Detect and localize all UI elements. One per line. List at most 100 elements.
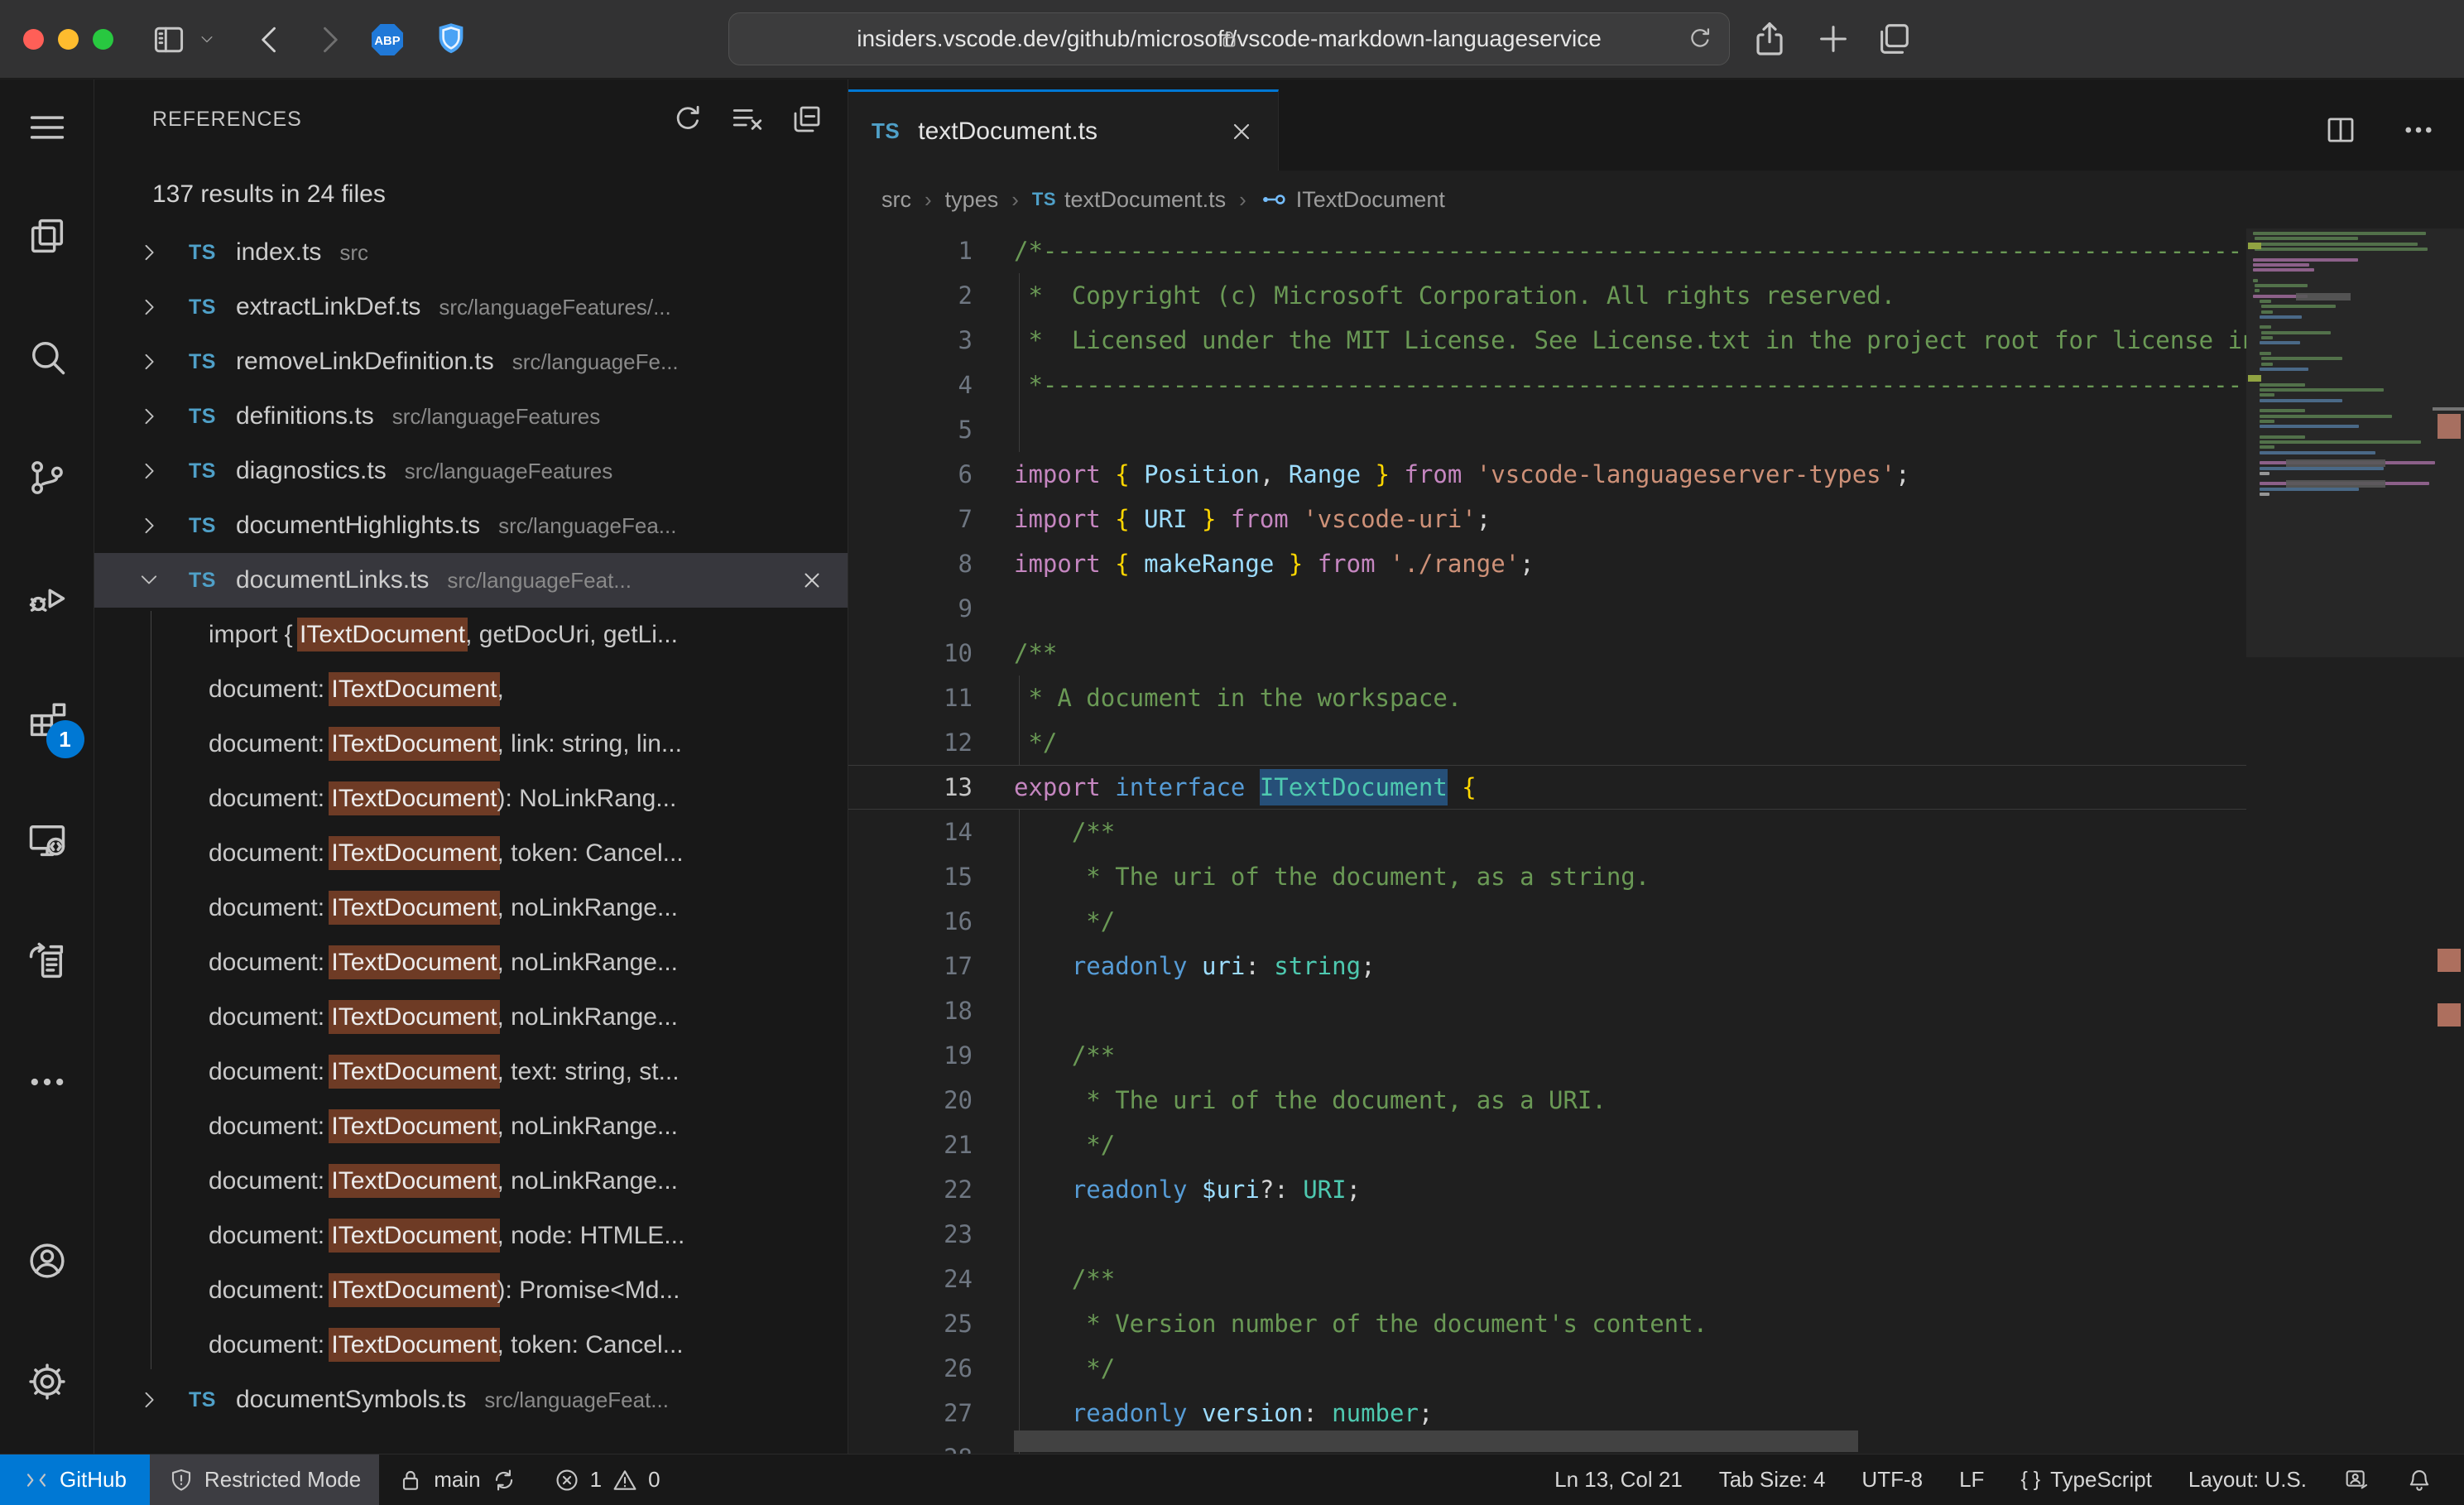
code-editor[interactable]: 1/*-------------------------------------… xyxy=(848,228,2246,1454)
breadcrumb-item-itextdocument[interactable]: ITextDocument xyxy=(1260,185,1445,214)
status-problems[interactable]: 10 xyxy=(536,1455,679,1505)
tab-textdocument[interactable]: TS textDocument.ts xyxy=(848,89,1279,171)
chevron-down-icon[interactable] xyxy=(137,569,161,592)
code-line-9[interactable]: 9 xyxy=(848,586,2246,631)
code-line-26[interactable]: 26 */ xyxy=(848,1346,2246,1391)
reference-result-row[interactable]: document: ITextDocument, noLinkRange... xyxy=(94,935,848,990)
reference-result-row[interactable]: document: ITextDocument, link: string, l… xyxy=(94,717,848,772)
share-icon[interactable] xyxy=(1750,17,1789,61)
code-line-24[interactable]: 24 /** xyxy=(848,1257,2246,1301)
new-tab-icon[interactable] xyxy=(1814,20,1852,58)
chevron-right-icon[interactable] xyxy=(137,296,161,319)
code-line-12[interactable]: 12 */ xyxy=(848,720,2246,765)
status-encoding[interactable]: UTF-8 xyxy=(1843,1455,1941,1505)
tree-file-row[interactable]: TSdefinitions.tssrc/languageFeatures xyxy=(94,389,848,444)
reference-result-row[interactable]: document: ITextDocument, xyxy=(94,662,848,717)
code-line-21[interactable]: 21 */ xyxy=(848,1123,2246,1167)
code-line-6[interactable]: 6import { Position, Range } from 'vscode… xyxy=(848,452,2246,497)
status-indentation[interactable]: Tab Size: 4 xyxy=(1701,1455,1844,1505)
code-line-11[interactable]: 11 * A document in the workspace. xyxy=(848,676,2246,720)
code-line-1[interactable]: 1/*-------------------------------------… xyxy=(848,228,2246,273)
status-feedback[interactable] xyxy=(2325,1455,2388,1505)
tree-file-row[interactable]: TSdocumentHighlights.tssrc/languageFea..… xyxy=(94,498,848,553)
code-line-4[interactable]: 4 *-------------------------------------… xyxy=(848,363,2246,407)
chevron-right-icon[interactable] xyxy=(137,405,161,428)
forward-icon[interactable] xyxy=(311,22,348,58)
code-line-19[interactable]: 19 /** xyxy=(848,1033,2246,1078)
code-line-10[interactable]: 10/** xyxy=(848,631,2246,676)
collapse-all-icon[interactable] xyxy=(790,102,824,137)
status-keyboard-layout[interactable]: Layout: U.S. xyxy=(2170,1455,2325,1505)
code-line-15[interactable]: 15 * The uri of the document, as a strin… xyxy=(848,854,2246,899)
reference-result-row[interactable]: document: ITextDocument, noLinkRange... xyxy=(94,881,848,935)
chevron-right-icon[interactable] xyxy=(137,514,161,537)
status-restricted-mode[interactable]: Restricted Mode xyxy=(150,1455,379,1505)
address-bar[interactable]: insiders.vscode.dev/github/microsoft/vsc… xyxy=(728,12,1730,65)
reference-result-row[interactable]: document: ITextDocument): NoLinkRang... xyxy=(94,772,848,826)
tree-file-row[interactable]: TSextractLinkDef.tssrc/languageFeatures/… xyxy=(94,280,848,334)
code-line-20[interactable]: 20 * The uri of the document, as a URI. xyxy=(848,1078,2246,1123)
activity-explorer-icon[interactable] xyxy=(0,176,94,296)
activity-more-views-icon[interactable] xyxy=(0,1022,94,1142)
reference-result-row[interactable]: document: ITextDocument, noLinkRange... xyxy=(94,1154,848,1209)
zoom-window-button[interactable] xyxy=(93,29,113,50)
more-actions-icon[interactable] xyxy=(2401,113,2436,147)
shield-extension-icon[interactable] xyxy=(432,19,470,59)
tree-file-row[interactable]: TSdiagnostics.tssrc/languageFeatures xyxy=(94,444,848,498)
activity-extensions-icon[interactable]: 1 xyxy=(0,659,94,780)
abp-extension-icon[interactable]: ABP xyxy=(367,20,407,60)
chevron-right-icon[interactable] xyxy=(137,459,161,483)
reference-result-row[interactable]: document: ITextDocument, node: HTMLE... xyxy=(94,1209,848,1263)
sidebar-toggle-icon[interactable] xyxy=(151,22,187,58)
dismiss-icon[interactable] xyxy=(800,568,824,593)
reference-result-row[interactable]: document: ITextDocument, token: Cancel..… xyxy=(94,826,848,881)
minimize-window-button[interactable] xyxy=(58,29,79,50)
activity-search-icon[interactable] xyxy=(0,296,94,417)
code-line-7[interactable]: 7import { URI } from 'vscode-uri'; xyxy=(848,497,2246,541)
code-line-14[interactable]: 14 /** xyxy=(848,810,2246,854)
clear-results-icon[interactable] xyxy=(730,102,765,137)
reference-result-row[interactable]: document: ITextDocument, noLinkRange... xyxy=(94,990,848,1045)
chevron-right-icon[interactable] xyxy=(137,350,161,373)
horizontal-scrollbar[interactable] xyxy=(1014,1430,1858,1452)
minimap-viewport[interactable] xyxy=(2246,228,2464,657)
status-notifications[interactable] xyxy=(2388,1455,2451,1505)
code-line-5[interactable]: 5 xyxy=(848,407,2246,452)
activity-account-icon[interactable] xyxy=(0,1200,94,1321)
tree-file-row[interactable]: TSindex.tssrc xyxy=(94,225,848,280)
tree-file-row[interactable]: TSdocumentSymbols.tssrc/languageFeat... xyxy=(94,1373,848,1427)
code-line-27[interactable]: 27 readonly version: number; xyxy=(848,1391,2246,1435)
status-language-mode[interactable]: { }TypeScript xyxy=(2002,1455,2169,1505)
reference-result-row[interactable]: document: ITextDocument, noLinkRange... xyxy=(94,1099,848,1154)
status-branch[interactable]: main xyxy=(379,1455,535,1505)
code-line-23[interactable]: 23 xyxy=(848,1212,2246,1257)
code-line-25[interactable]: 25 * Version number of the document's co… xyxy=(848,1301,2246,1346)
chevron-down-icon[interactable] xyxy=(199,31,215,48)
tree-file-row[interactable]: TSremoveLinkDefinition.tssrc/languageFe.… xyxy=(94,334,848,389)
breadcrumb-item-src[interactable]: src xyxy=(881,187,911,213)
chevron-right-icon[interactable] xyxy=(137,241,161,264)
tabs-overview-icon[interactable] xyxy=(1874,20,1914,58)
activity-run-debug-icon[interactable] xyxy=(0,538,94,659)
code-line-18[interactable]: 18 xyxy=(848,988,2246,1033)
activity-remote-explorer-icon[interactable] xyxy=(0,780,94,901)
status-cursor-position[interactable]: Ln 13, Col 21 xyxy=(1536,1455,1701,1505)
status-eol[interactable]: LF xyxy=(1941,1455,2002,1505)
code-line-16[interactable]: 16 */ xyxy=(848,899,2246,944)
activity-menu-icon[interactable] xyxy=(0,79,94,176)
code-line-22[interactable]: 22 readonly $uri?: URI; xyxy=(848,1167,2246,1212)
reference-result-row[interactable]: document: ITextDocument, token: Cancel..… xyxy=(94,1318,848,1373)
reference-result-row[interactable]: import { ITextDocument, getDocUri, getLi… xyxy=(94,608,848,662)
activity-references-view-icon[interactable] xyxy=(0,901,94,1022)
code-line-13[interactable]: 13export interface ITextDocument { xyxy=(848,765,2246,810)
reload-icon[interactable] xyxy=(1686,25,1714,53)
status-remote[interactable]: GitHub xyxy=(0,1455,150,1505)
chevron-right-icon[interactable] xyxy=(137,1388,161,1411)
code-line-8[interactable]: 8import { makeRange } from './range'; xyxy=(848,541,2246,586)
back-icon[interactable] xyxy=(252,22,288,58)
tree-file-row[interactable]: TSdocumentLinks.tssrc/languageFeat... xyxy=(94,553,848,608)
reference-result-row[interactable]: document: ITextDocument, text: string, s… xyxy=(94,1045,848,1099)
activity-source-control-icon[interactable] xyxy=(0,417,94,538)
reference-result-row[interactable]: document: ITextDocument): Promise<Md... xyxy=(94,1263,848,1318)
breadcrumb-item-types[interactable]: types xyxy=(945,187,999,213)
